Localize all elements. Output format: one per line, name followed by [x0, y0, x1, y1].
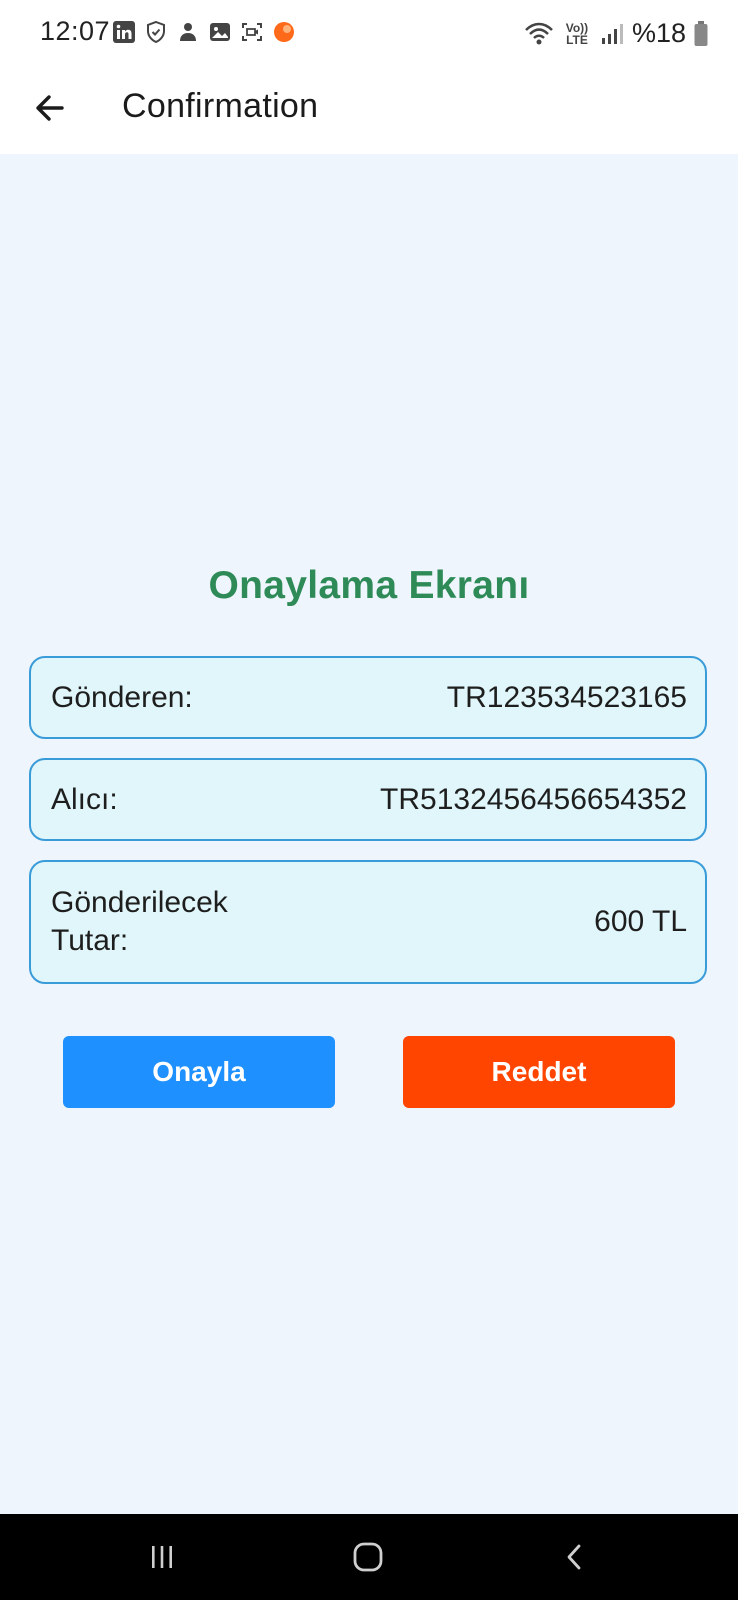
amount-label: Gönderilecek Tutar: [51, 886, 228, 957]
volte-icon: Vo)) LTE [562, 22, 592, 46]
status-bar: 12:07 Vo)) LTE %18 [0, 0, 738, 68]
notification-icons [112, 20, 296, 44]
amount-value: 600 TL [594, 905, 687, 938]
user-icon [180, 23, 196, 41]
linkedin-icon [113, 21, 135, 43]
app-bar: Confirmation [0, 68, 738, 154]
reject-button[interactable]: Reddet [403, 1036, 675, 1108]
notification-dot-icon [274, 22, 294, 42]
receiver-card: Alıcı: TR5132456456654352 [29, 758, 707, 841]
recents-icon [152, 1546, 172, 1568]
network-label: Vo)) LTE [565, 20, 589, 47]
amount-card: Gönderilecek Tutar: 600 TL [29, 860, 707, 984]
screen-record-icon [242, 23, 262, 41]
system-status-icons: Vo)) LTE %18 [524, 18, 708, 49]
navigation-bar [0, 1514, 738, 1600]
receiver-value: TR5132456456654352 [380, 782, 687, 816]
back-button[interactable] [28, 86, 72, 130]
recents-button[interactable] [139, 1534, 185, 1580]
shield-check-icon [147, 20, 165, 44]
sender-label: Gönderen: [51, 680, 193, 714]
status-time: 12:07 [40, 16, 111, 46]
battery-icon [694, 20, 708, 46]
gallery-icon [210, 23, 230, 41]
main-content: Onaylama Ekranı Gönderen: TR123534523165… [0, 154, 738, 1514]
wifi-icon [525, 22, 553, 44]
signal-icon [601, 23, 623, 44]
receiver-label: Alıcı: [51, 782, 118, 816]
home-icon [353, 1542, 383, 1572]
sender-card: Gönderen: TR123534523165 [29, 656, 707, 739]
approve-button[interactable]: Onayla [63, 1036, 335, 1108]
system-back-button[interactable] [552, 1534, 598, 1580]
back-icon [567, 1544, 581, 1570]
arrow-left-icon [36, 95, 64, 121]
sender-value: TR123534523165 [446, 680, 687, 714]
home-button[interactable] [345, 1534, 391, 1580]
page-title: Confirmation [122, 87, 319, 125]
battery-percent: %18 [631, 18, 686, 48]
screen-heading: Onaylama Ekranı [208, 564, 530, 607]
